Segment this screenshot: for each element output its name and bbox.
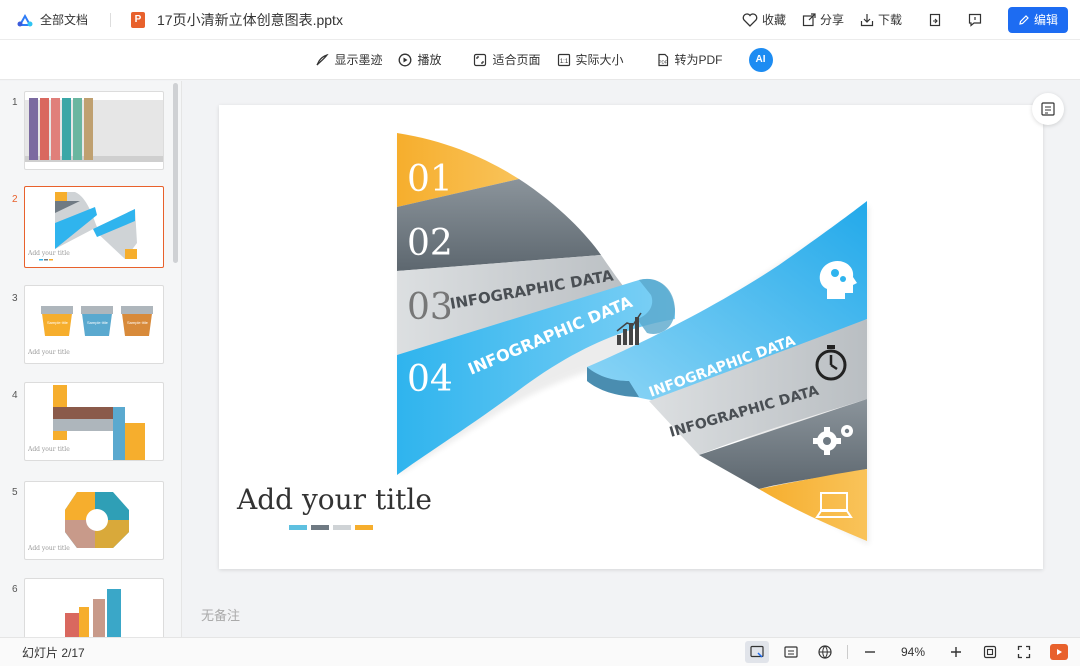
step-number-03: 03	[407, 287, 453, 328]
to-pdf-button[interactable]: PDF 转为PDF	[656, 51, 723, 68]
fullscreen-button[interactable]	[1012, 641, 1036, 663]
all-docs-link[interactable]: 全部文档	[40, 11, 88, 28]
slide-counter: 幻灯片 2/17	[22, 645, 85, 660]
ai-assistant-button[interactable]: AI	[748, 47, 773, 72]
heart-icon	[742, 12, 758, 27]
export-button[interactable]	[928, 13, 942, 27]
slide-thumbnail-5[interactable]: Add your title	[24, 481, 164, 560]
download-icon	[860, 13, 874, 26]
step-number-02: 02	[407, 223, 453, 264]
fit-page-icon	[474, 53, 487, 66]
export-icon	[929, 13, 941, 26]
fit-window-icon	[983, 645, 997, 659]
zoom-level[interactable]: 94%	[898, 645, 928, 659]
actual-size-icon: 1:1	[557, 53, 570, 66]
play-icon	[1057, 649, 1062, 655]
slide-canvas-area: 01 02 03 04 INFOGRAPHIC DATA INFOGRAPHIC…	[183, 81, 1080, 637]
slide-thumbnail-4[interactable]: Add your title	[24, 382, 164, 461]
fullscreen-icon	[1017, 645, 1031, 659]
svg-text:PDF: PDF	[658, 59, 667, 64]
share-icon	[802, 12, 816, 26]
current-slide[interactable]: 01 02 03 04 INFOGRAPHIC DATA INFOGRAPHIC…	[219, 105, 1043, 569]
fit-page-button[interactable]: 适合页面	[473, 51, 541, 68]
comment-icon	[968, 13, 982, 27]
top-bar: 全部文档 P 17页小清新立体创意图表.pptx 收藏 分享 下载 编辑	[0, 0, 1080, 40]
color-bar-gray	[311, 525, 329, 530]
play-button[interactable]: 播放	[398, 51, 441, 68]
download-button[interactable]: 下载	[860, 11, 902, 28]
divider	[110, 12, 112, 27]
view-toolbar: 显示墨迹 播放 适合页面 1:1 实际大小 PDF 转为PDF AI	[0, 40, 1080, 80]
favorite-button[interactable]: 收藏	[742, 11, 786, 28]
slide-thumbnail-6[interactable]	[24, 578, 164, 637]
color-bar-light	[333, 525, 351, 530]
comment-button[interactable]	[968, 13, 982, 27]
svg-text:Add your title: Add your title	[27, 250, 70, 257]
pdf-icon: PDF	[657, 53, 668, 66]
normal-view-icon	[750, 645, 764, 658]
svg-text:Add your title: Add your title	[27, 349, 70, 356]
slide-notes-toggle-button[interactable]	[1032, 93, 1064, 125]
normal-view-button[interactable]	[745, 641, 769, 663]
thumbnail-scrollbar[interactable]	[173, 83, 178, 263]
zoom-in-button[interactable]	[944, 641, 968, 663]
svg-text:Sample title: Sample title	[87, 320, 109, 325]
slide-thumbnail-1[interactable]	[24, 91, 164, 170]
color-bar-orange	[355, 525, 373, 530]
ppt-file-icon: P	[131, 11, 146, 28]
share-button[interactable]: 分享	[802, 11, 844, 28]
notes-panel-icon	[1041, 102, 1055, 116]
notes-view-button[interactable]	[779, 641, 803, 663]
speaker-notes[interactable]: 无备注	[201, 605, 240, 624]
show-ink-button[interactable]: 显示墨迹	[315, 51, 382, 68]
file-name: 17页小清新立体创意图表.pptx	[157, 11, 343, 28]
slideshow-play-button[interactable]	[1050, 644, 1068, 660]
svg-text:Add your title: Add your title	[27, 446, 70, 453]
feather-icon	[316, 53, 330, 65]
slide-title[interactable]: Add your title	[237, 483, 432, 516]
svg-text:Sample title: Sample title	[47, 320, 69, 325]
divider	[847, 645, 848, 659]
play-circle-icon	[399, 53, 412, 66]
pencil-icon	[1019, 14, 1029, 25]
slide-thumbnail-panel: 1 2 Add your title 3 Sample title Sample…	[0, 81, 182, 637]
notes-view-icon	[784, 646, 798, 658]
svg-text:Add your title: Add your title	[27, 545, 70, 552]
zoom-out-button[interactable]	[858, 641, 882, 663]
title-color-bars	[289, 525, 373, 530]
minus-icon	[865, 651, 875, 653]
slide-thumbnail-3[interactable]: Sample title Sample title Sample title A…	[24, 285, 164, 364]
fit-window-button[interactable]	[978, 641, 1002, 663]
cloud-docs-icon[interactable]	[16, 13, 34, 27]
actual-size-button[interactable]: 1:1 实际大小	[557, 51, 624, 68]
status-bar: 幻灯片 2/17 94%	[0, 637, 1080, 666]
step-number-01: 01	[407, 159, 453, 200]
globe-icon	[818, 645, 832, 659]
svg-text:1:1: 1:1	[559, 59, 568, 65]
edit-button[interactable]: 编辑	[1008, 6, 1068, 33]
slide-thumbnail-2[interactable]: Add your title	[24, 186, 164, 268]
web-view-button[interactable]	[813, 641, 837, 663]
color-bar-blue	[289, 525, 307, 530]
svg-text:Sample title: Sample title	[127, 320, 149, 325]
plus-icon	[951, 647, 961, 657]
step-number-04: 04	[407, 359, 453, 400]
